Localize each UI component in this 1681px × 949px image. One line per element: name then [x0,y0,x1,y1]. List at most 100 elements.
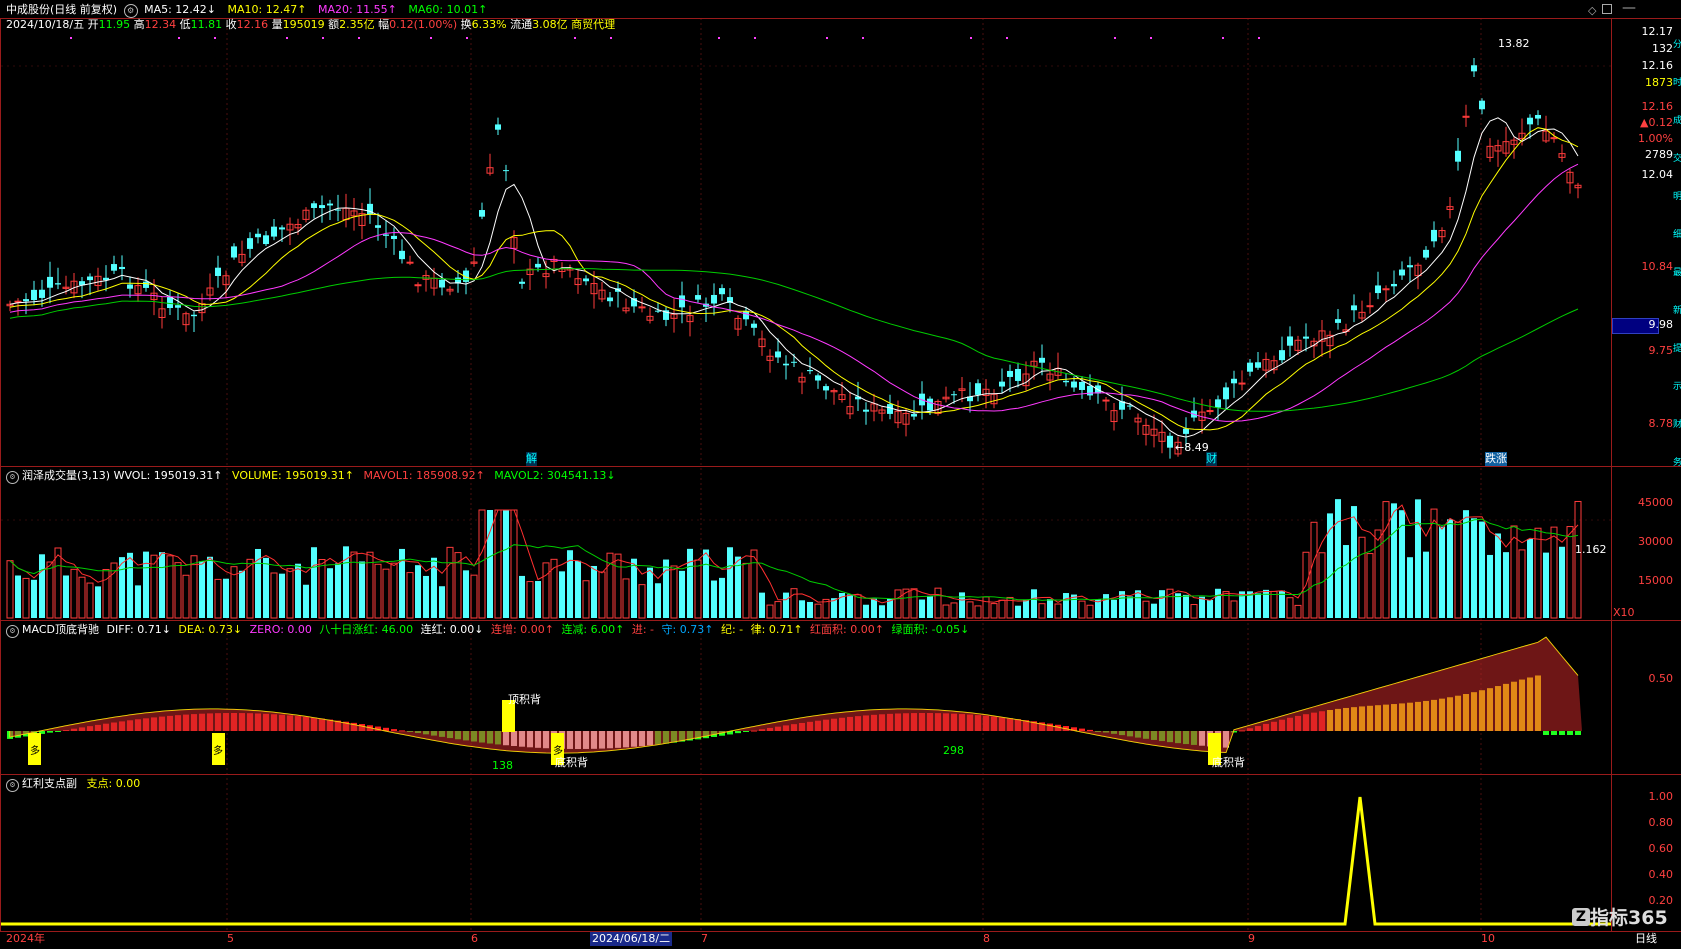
candle-body [1382,288,1390,291]
annot-vol-value: 1.162 [1575,543,1607,556]
candle-body [47,276,53,288]
candle-body [1287,336,1293,346]
volume-bar [31,579,37,618]
macd-settings-icon[interactable]: ⚙ [6,625,19,638]
volume-bar [910,588,918,619]
volume-bar [719,577,725,618]
price-tick: 132 [1652,42,1673,55]
right-tab[interactable]: 新 [1673,306,1681,317]
volume-bar [959,592,965,618]
candle-body [951,394,957,396]
shou-value: 守: 0.73↑ [661,623,714,636]
candle-body [247,238,253,249]
price-tick: 2789 [1645,148,1673,161]
candle-body [1471,65,1477,72]
candle-body [1079,381,1085,390]
volume-bar [182,574,190,619]
candle-body [1071,381,1077,388]
candle-body [383,234,389,236]
right-tab[interactable]: 提 [1673,344,1681,355]
restore-icon[interactable] [1602,4,1612,14]
candle-body [335,209,341,211]
right-tab[interactable]: 成 [1673,116,1681,127]
volume-bar [143,551,149,618]
candle-body [975,383,981,395]
candle-body [1455,150,1461,162]
right-tab[interactable]: 时 [1673,78,1681,89]
volume-bar [942,604,950,619]
date-tick: 10 [1481,932,1495,945]
right-tab[interactable]: 明 [1673,192,1681,203]
price-tick: 12.04 [1641,168,1674,181]
volume-bar [1487,554,1493,618]
settings-diamond-icon[interactable]: ◇ [1588,4,1596,18]
candle-body [191,314,197,317]
price-tick: 1873 [1645,76,1673,89]
macd-bar [743,731,749,732]
volume-bar [1447,519,1453,618]
hongli-panel-header: ⚙ 红利支点副 支点: 0.00 [6,777,140,792]
industry-tag[interactable]: 商贸代理 [571,18,615,31]
close-icon[interactable]: — [1622,1,1636,15]
volume-bar [670,565,678,619]
price-tick: 9.98 [1648,318,1674,331]
open-label: 开 [87,18,99,31]
ma60-value: MA60: 10.01↑ [408,3,488,16]
lianhong-value: 连红: 0.00↓ [420,623,484,636]
volume-bar [711,580,717,618]
candle-body [311,203,317,208]
volume-bar [647,567,653,618]
volume-bar [1423,551,1429,618]
right-tab[interactable]: 最 [1673,268,1681,279]
hongli-panel-bottom [0,931,1681,932]
volume-bar [494,509,502,619]
volume-bar [15,575,21,618]
volume-bar [663,559,669,618]
volume-bar [318,559,326,619]
volume-bar [799,600,805,618]
period-button[interactable]: 日线 [1635,932,1657,946]
volume-bar [1230,600,1238,619]
macd-area [10,637,1582,753]
volume-bar [519,575,525,618]
right-tab[interactable]: 细 [1673,230,1681,241]
diff-value: DIFF: 0.71↓ [106,623,171,636]
volume-bar [1310,521,1318,619]
candle-body [263,235,269,245]
volume-bar [1286,597,1294,619]
event-marker [826,37,828,39]
candle-body [1255,362,1261,368]
volume-bar [1503,552,1509,618]
volume-bar [150,554,158,619]
hongli-tick: 0.80 [1648,816,1674,829]
volume-bar [622,578,630,619]
right-tab[interactable]: 分 [1673,40,1681,51]
volume-bar [374,563,382,619]
right-tab[interactable]: 务 [1673,458,1681,469]
vol-tick: 30000 [1638,535,1673,548]
volume-bar [982,596,990,619]
volume-bar [847,594,853,618]
volume-bar [174,562,182,619]
volume-bar [1207,599,1213,618]
volume-settings-icon[interactable]: ⚙ [6,471,19,484]
date-tick: 2024年 [6,932,45,945]
hongli-settings-icon[interactable]: ⚙ [6,779,19,792]
right-tab[interactable]: 交 [1673,154,1681,165]
volume-bar [1183,594,1189,618]
volume-bar [343,546,349,618]
volume-bar [790,588,798,619]
volume-bar [1142,600,1150,619]
volume-bar [1063,593,1069,618]
event-marker [754,37,756,39]
close-label: 收 [225,18,237,31]
volume-bar [1479,521,1485,618]
volume-bar [127,552,133,618]
date-tick: 7 [701,932,708,945]
vol-tick: 15000 [1638,574,1673,587]
annot-diezhang: 跌涨 [1485,452,1507,466]
right-tab[interactable]: 示 [1673,382,1681,393]
macd-bar [1543,731,1549,735]
right-tab[interactable]: 财 [1673,420,1681,431]
ma-settings-icon[interactable]: ⚙ [123,4,138,18]
